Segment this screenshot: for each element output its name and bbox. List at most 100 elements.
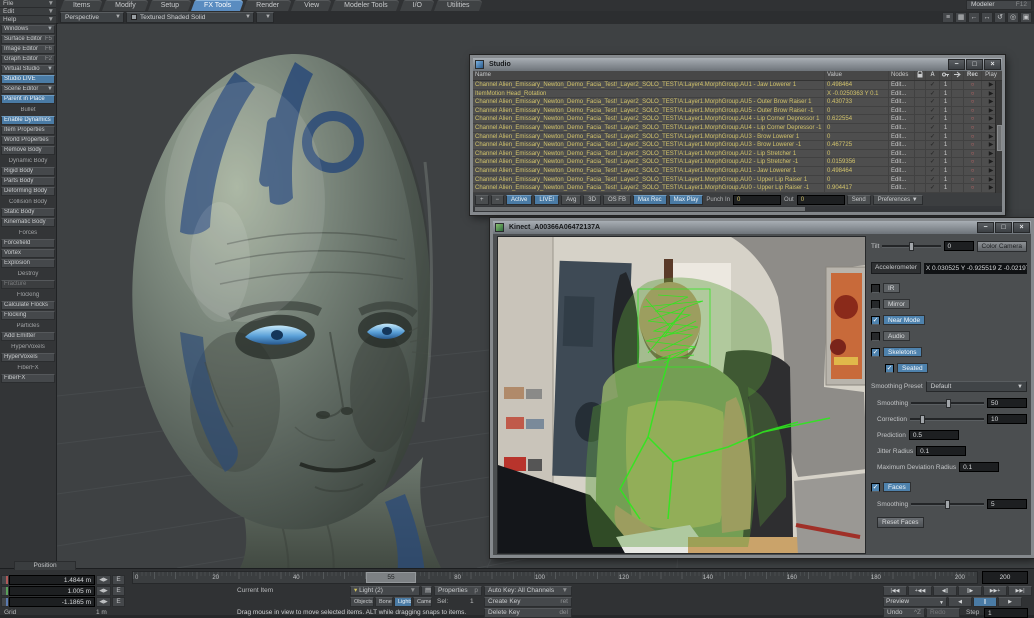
preferences-dropdown[interactable]: Preferences ▼ — [873, 195, 923, 205]
fit-view-icon[interactable]: ▣ — [1020, 12, 1032, 23]
active-checkmark[interactable]: ✓ — [926, 90, 940, 98]
nodes-edit-button[interactable]: Edit... — [889, 150, 915, 158]
undo-button[interactable]: Undo^Z — [883, 608, 925, 618]
active-checkmark[interactable]: ✓ — [926, 81, 940, 89]
nudge-buttons[interactable]: ◀▶ — [96, 586, 111, 596]
sidebar-item[interactable]: Parent in Place ▼ — [1, 95, 55, 104]
objects-button[interactable]: Objects+O — [350, 597, 374, 607]
sidebar-item[interactable]: Rigid Body ▼ — [1, 167, 55, 176]
delete-key-button[interactable]: Delete Keydel — [484, 608, 572, 618]
menu-tab[interactable]: Items — [62, 0, 101, 11]
nodes-edit-button[interactable]: Edit... — [889, 167, 915, 175]
maximize-button[interactable]: □ — [995, 222, 1012, 233]
record-toggle[interactable]: ○ — [964, 81, 982, 89]
sidebar-item[interactable]: Dynamic Body ▼ — [1, 158, 55, 166]
nodes-edit-button[interactable]: Edit... — [889, 176, 915, 184]
properties-button[interactable]: Propertiesp — [434, 586, 482, 596]
sidebar-item[interactable]: Calculate Flocks ▼ — [1, 301, 55, 310]
channel-row[interactable]: Channel Alien_Emissary_Newton_Demo_Facia… — [473, 176, 1002, 185]
sidebar-item[interactable]: Fracture ▼ — [1, 280, 55, 289]
envelope-button[interactable]: E — [112, 575, 125, 585]
studio-titlebar[interactable]: Studio − □ × — [473, 58, 1002, 71]
smoothing-slider[interactable] — [911, 402, 984, 405]
redo-button[interactable]: Redo — [926, 608, 960, 618]
reset-faces-button[interactable]: Reset Faces — [877, 517, 924, 528]
channel-row[interactable]: Channel Alien_Emissary_Newton_Demo_Facia… — [473, 184, 1002, 193]
sidebar-item[interactable]: Surface Editor F5 ▼ — [1, 35, 55, 44]
grid-snap-icon[interactable]: ▦ — [955, 12, 967, 23]
menu-tab[interactable]: Modeler Tools — [333, 0, 398, 11]
sidebar-item[interactable]: World Properties ▼ — [1, 136, 55, 145]
scrollbar-thumb[interactable] — [475, 207, 805, 211]
faces-smoothing-slider[interactable] — [911, 503, 984, 506]
edit-menu[interactable]: Edit▼ — [0, 8, 56, 16]
view-mode-dropdown[interactable]: Perspective▼ — [60, 12, 124, 23]
audio-toggle[interactable]: Audio — [883, 331, 910, 341]
current-frame-marker[interactable]: 55 — [366, 572, 416, 583]
record-toggle[interactable]: ○ — [964, 98, 982, 106]
rotate-view-icon[interactable]: ↺ — [994, 12, 1006, 23]
tilt-field[interactable]: 0 — [944, 241, 974, 251]
menu-tab[interactable]: View — [293, 0, 330, 11]
scrollbar-thumb[interactable] — [997, 125, 1002, 151]
end-frame-field[interactable]: 200 — [982, 571, 1028, 584]
auto-key-button[interactable]: Auto Key: All Channels▼ — [484, 586, 572, 596]
slider-handle[interactable] — [920, 415, 925, 424]
record-toggle[interactable]: ○ — [964, 176, 982, 184]
mirror-checkbox[interactable] — [871, 300, 880, 309]
studio-footer-button[interactable]: Avg — [561, 195, 581, 205]
sidebar-item[interactable]: HyperVoxels ▼ — [1, 353, 55, 362]
channel-row[interactable]: Channel Alien_Emissary_Newton_Demo_Facia… — [473, 98, 1002, 107]
studio-footer-button[interactable]: Max Rec — [633, 195, 667, 205]
studio-footer-button[interactable]: LIVE! — [534, 195, 559, 205]
smoothing-field[interactable]: 50 — [987, 398, 1027, 408]
menu-tab[interactable]: FX Tools — [193, 0, 242, 11]
record-toggle[interactable]: ○ — [964, 184, 982, 192]
shading-mode-dropdown[interactable]: Textured Shaded Solid▼ — [126, 12, 254, 23]
pause-button[interactable]: || — [973, 597, 997, 607]
close-button[interactable]: × — [1013, 222, 1030, 233]
seated-toggle[interactable]: Seated — [897, 363, 928, 373]
sidebar-item[interactable]: Flocking ▼ — [1, 292, 55, 300]
y-position-field[interactable]: 1.005 m — [9, 586, 95, 596]
mirror-toggle[interactable]: Mirror — [883, 299, 910, 309]
correction-field[interactable]: 10 — [987, 414, 1027, 424]
sidebar-item[interactable]: Deforming Body ▼ — [1, 187, 55, 196]
sidebar-item[interactable]: Forcefield ▼ — [1, 239, 55, 248]
step-field[interactable]: 1 — [984, 608, 1028, 618]
jitter-radius-field[interactable]: 0.1 — [916, 446, 966, 456]
file-menu[interactable]: File▼ — [0, 0, 56, 8]
record-toggle[interactable]: ○ — [964, 133, 982, 141]
channel-row[interactable]: Channel Alien_Emissary_Newton_Demo_Facia… — [473, 141, 1002, 150]
nodes-edit-button[interactable]: Edit... — [889, 133, 915, 141]
sidebar-item[interactable]: Item Properties ▼ — [1, 126, 55, 135]
active-checkmark[interactable]: ✓ — [926, 115, 940, 123]
nodes-edit-button[interactable]: Edit... — [889, 81, 915, 89]
sidebar-item[interactable]: HyperVoxels ▼ — [1, 344, 55, 352]
transport-button[interactable]: +◀◀ — [908, 586, 932, 596]
active-checkmark[interactable]: ✓ — [926, 167, 940, 175]
menu-icon[interactable]: ≡ — [942, 12, 954, 23]
preview-dropdown[interactable]: Preview▼ — [883, 597, 947, 607]
faces-checkbox[interactable]: ✓ — [871, 483, 880, 492]
record-toggle[interactable]: ○ — [964, 90, 982, 98]
record-toggle[interactable]: ○ — [964, 158, 982, 166]
correction-slider[interactable] — [910, 418, 984, 421]
record-toggle[interactable]: ○ — [964, 124, 982, 132]
sidebar-item[interactable]: Remove Body ▼ — [1, 146, 55, 155]
active-checkmark[interactable]: ✓ — [926, 107, 940, 115]
lights-button[interactable]: Lights+L — [394, 597, 412, 607]
play-reverse-button[interactable]: ◀ — [948, 597, 972, 607]
send-button[interactable]: Send — [847, 195, 871, 205]
smoothing-preset-dropdown[interactable]: Default▼ — [926, 381, 1027, 392]
transport-button[interactable]: ▶▶+ — [983, 586, 1007, 596]
studio-vertical-scrollbar[interactable] — [995, 81, 1002, 193]
move-view-icon[interactable]: ↔ — [981, 12, 993, 23]
minimize-button[interactable]: − — [948, 59, 965, 70]
nodes-edit-button[interactable]: Edit... — [889, 158, 915, 166]
cameras-button[interactable]: Cameras+C — [413, 597, 432, 607]
sidebar-item[interactable]: Collision Body ▼ — [1, 199, 55, 207]
menu-tab[interactable]: Modify — [104, 0, 147, 11]
channel-row[interactable]: ItemMotion Head_Rotation X -0.0250363 Y … — [473, 90, 1002, 99]
record-toggle[interactable]: ○ — [964, 107, 982, 115]
